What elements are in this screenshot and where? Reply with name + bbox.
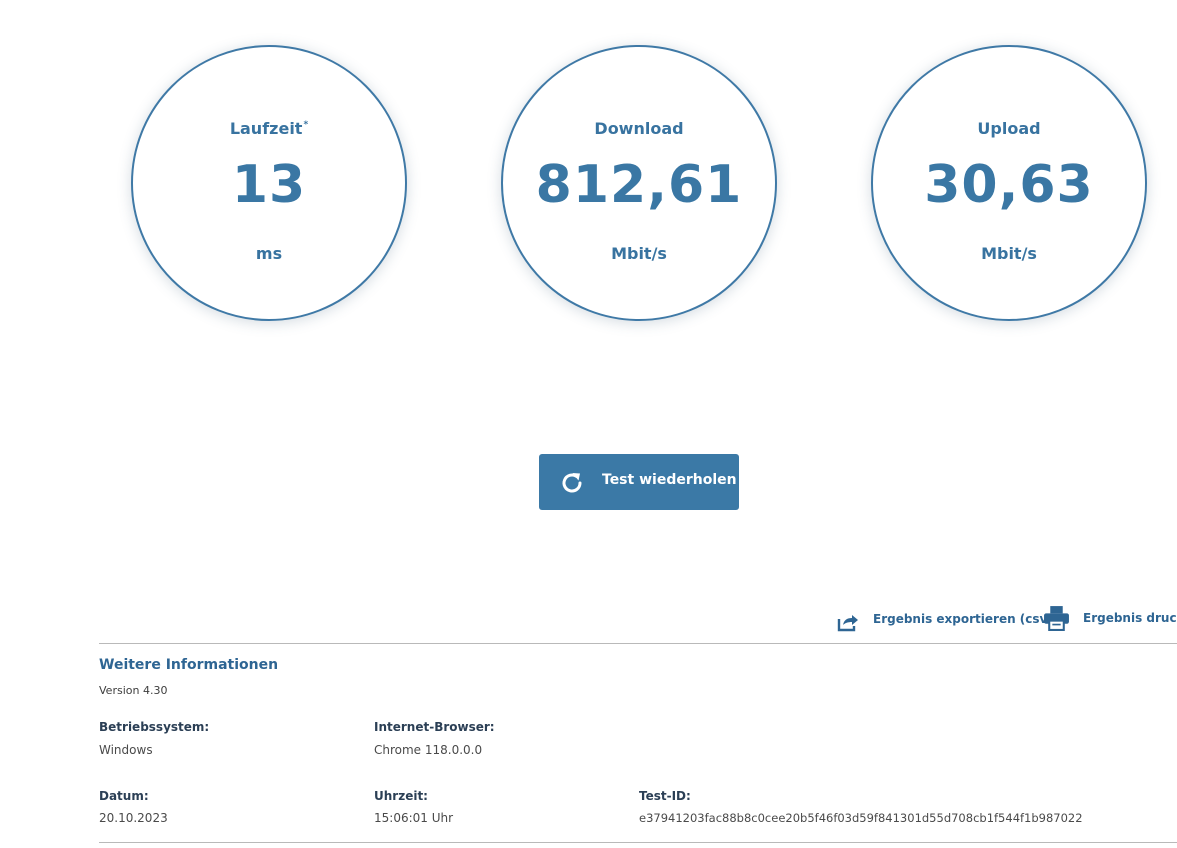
latency-label-wrap: Laufzeit* — [133, 119, 405, 138]
browser-label: Internet-Browser: — [374, 720, 495, 734]
export-csv-link[interactable]: Ergebnis exportieren (csv) — [836, 604, 1053, 634]
latency-label: Laufzeit — [229, 119, 303, 138]
upload-gauge: Upload 30,63 Mbit/s — [871, 45, 1147, 321]
os-value: Windows — [99, 743, 153, 757]
test-id-value: e37941203fac88b8c0cee20b5f46f03d59f84130… — [639, 811, 1083, 825]
download-gauge: Download 812,61 Mbit/s — [501, 45, 777, 321]
info-title: Weitere Informationen — [99, 657, 279, 673]
download-unit: Mbit/s — [611, 244, 667, 263]
retest-button[interactable]: Test wiederholen — [539, 454, 739, 510]
upload-unit: Mbit/s — [981, 244, 1037, 263]
test-id-label: Test-ID: — [639, 789, 691, 803]
share-export-icon — [837, 615, 858, 632]
version-text: Version 4.30 — [99, 684, 168, 697]
upload-label: Upload — [977, 119, 1041, 138]
print-result-link[interactable]: Ergebnis drucken — [1043, 604, 1177, 631]
time-label: Uhrzeit: — [374, 789, 428, 803]
time-value: 15:06:01 Uhr — [374, 811, 454, 825]
printer-icon — [1044, 606, 1069, 631]
divider-top — [99, 643, 1177, 644]
latency-gauge: Laufzeit* 13 ms — [131, 45, 407, 321]
download-label: Download — [594, 119, 684, 138]
latency-value: 13 — [231, 155, 307, 215]
upload-value: 30,63 — [924, 155, 1094, 215]
os-label: Betriebssystem: — [99, 720, 210, 734]
browser-value: Chrome 118.0.0.0 — [374, 743, 483, 757]
divider-bottom — [99, 842, 1177, 843]
latency-unit: ms — [255, 244, 283, 263]
date-value: 20.10.2023 — [99, 811, 168, 825]
export-csv-label: Ergebnis exportieren (csv) — [873, 612, 1053, 626]
latency-footnote-marker: * — [303, 120, 309, 130]
retest-button-label: Test wiederholen — [602, 472, 737, 488]
download-value: 812,61 — [535, 155, 743, 215]
refresh-icon — [562, 473, 582, 493]
date-label: Datum: — [99, 789, 149, 803]
print-result-label: Ergebnis drucken — [1083, 610, 1177, 625]
speedtest-result-page: Laufzeit* 13 ms Download 812,61 Mbit/s U… — [0, 0, 1177, 848]
